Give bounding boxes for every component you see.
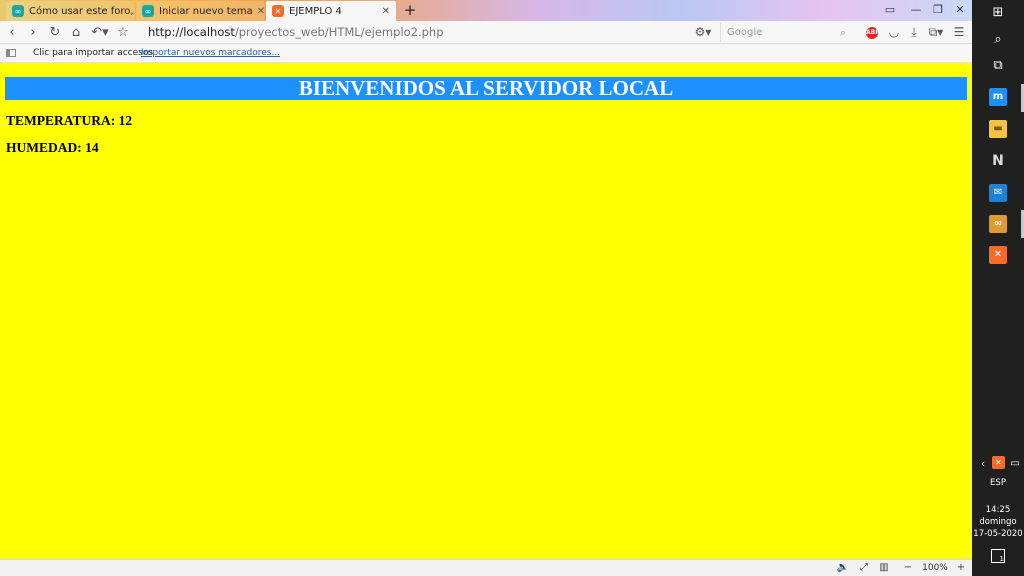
maxthon-browser-icon[interactable]: m xyxy=(989,88,1007,106)
screenshot-icon[interactable]: ⧉▾ xyxy=(926,24,946,41)
import-bookmarks-link[interactable]: Importar nuevos marcadores... xyxy=(141,44,280,63)
search-placeholder: Google xyxy=(727,27,763,38)
xampp-icon[interactable]: ✕ xyxy=(989,246,1007,264)
arduino-ide-icon[interactable]: ∞ xyxy=(989,215,1007,233)
tab-label: EJEMPLO 4 xyxy=(289,5,342,17)
undo-close-icon[interactable]: ↶▾ xyxy=(88,24,112,41)
file-explorer-icon[interactable]: ▬ xyxy=(989,120,1007,138)
battery-icon[interactable]: ▭ xyxy=(1008,455,1022,473)
language-indicator[interactable]: ESP xyxy=(972,478,1024,488)
windows-start-icon[interactable]: ⊞ xyxy=(989,4,1007,22)
chevron-up-icon[interactable]: ‹ xyxy=(976,455,990,473)
mail-icon[interactable]: ✉ xyxy=(989,184,1007,202)
zoom-in-button[interactable]: + xyxy=(954,560,968,576)
forward-icon[interactable]: › xyxy=(24,24,42,41)
search-input[interactable]: Google ⌕ xyxy=(720,23,850,42)
search-icon[interactable]: ⌕ xyxy=(989,31,1007,49)
windows-taskbar: ⊞ ⌕ ⧉ m ▬ N ✉ ∞ ✕ ‹ ✕ ▭ ESP 14:25 doming… xyxy=(972,0,1024,576)
adblock-icon[interactable]: ABP xyxy=(866,27,880,39)
volume-icon[interactable]: 🔉 xyxy=(836,560,850,576)
tab-ejemplo-4[interactable]: ✕ EJEMPLO 4 ✕ xyxy=(266,1,396,21)
page-content: BIENVENIDOS AL SERVIDOR LOCAL TEMPERATUR… xyxy=(0,63,972,559)
new-tab-button[interactable]: + xyxy=(402,1,418,19)
restore-icon[interactable]: ❐ xyxy=(930,2,946,18)
temperature-reading: TEMPERATURA: 12 xyxy=(6,113,133,128)
bookmark-star-icon[interactable]: ☆ xyxy=(114,24,132,41)
address-bar[interactable]: http://localhost/proyectos_web/HTML/ejem… xyxy=(140,23,688,42)
close-icon[interactable]: ✕ xyxy=(378,6,390,17)
task-view-icon[interactable]: ⧉ xyxy=(989,57,1007,75)
close-icon[interactable]: ✕ xyxy=(253,6,264,17)
clock-time: 14:25 xyxy=(985,505,1011,515)
clock-day: domingo xyxy=(979,517,1017,527)
url-path: /proyectos_web/HTML/ejemplo2.php xyxy=(234,25,444,39)
page-title: BIENVENIDOS AL SERVIDOR LOCAL xyxy=(5,77,967,100)
reload-icon[interactable]: ↻ xyxy=(46,24,64,41)
download-icon[interactable]: ⤓ xyxy=(906,24,922,41)
minimize-icon[interactable]: — xyxy=(908,2,924,18)
zoom-level[interactable]: 100% xyxy=(918,560,952,576)
xampp-icon: ✕ xyxy=(272,5,284,17)
pocket-icon[interactable]: ◡ xyxy=(886,24,902,41)
window-close-icon[interactable]: ✕ xyxy=(952,2,968,18)
tab-strip: ∞ Cómo usar este foro, po ✕ ∞ Iniciar nu… xyxy=(0,0,972,21)
tab-list-icon[interactable]: ▭ xyxy=(882,2,898,18)
xampp-tray-icon[interactable]: ✕ xyxy=(992,456,1005,469)
home-icon[interactable]: ⌂ xyxy=(67,24,85,41)
search-engine-icon[interactable]: ⚙▾ xyxy=(690,24,716,41)
tab-como-usar-foro[interactable]: ∞ Cómo usar este foro, po ✕ xyxy=(6,1,134,21)
zoom-out-button[interactable]: − xyxy=(901,560,915,576)
arduino-icon: ∞ xyxy=(12,5,24,17)
tab-label: Iniciar nuevo tema xyxy=(159,5,253,17)
clock-date: 17-05-2020 xyxy=(973,529,1023,539)
system-clock[interactable]: 14:25 domingo 17-05-2020 xyxy=(972,504,1024,540)
tab-label: Cómo usar este foro, po xyxy=(29,5,134,17)
humidity-reading: HUMEDAD: 14 xyxy=(6,140,99,155)
bookmarks-bar: Clic para importar accesos Importar nuev… xyxy=(0,44,972,63)
menu-icon[interactable]: ☰ xyxy=(951,24,967,41)
sidebar-icon[interactable] xyxy=(6,49,16,57)
bookmarks-import-text: Clic para importar accesos xyxy=(33,48,154,58)
notification-icon[interactable]: 1 xyxy=(991,549,1005,563)
notepad-app-icon[interactable]: N xyxy=(989,152,1007,170)
tab-iniciar-nuevo-tema[interactable]: ∞ Iniciar nuevo tema ✕ xyxy=(136,1,264,21)
navigation-bar: ‹ › ↻ ⌂ ↶▾ ☆ http://localhost/proyectos_… xyxy=(0,21,972,44)
fullscreen-icon[interactable]: ⤢ xyxy=(857,560,871,576)
search-icon[interactable]: ⌕ xyxy=(840,23,846,42)
arduino-icon: ∞ xyxy=(142,5,154,17)
browser-window: ∞ Cómo usar este foro, po ✕ ∞ Iniciar nu… xyxy=(0,0,972,576)
reader-view-icon[interactable]: ▥ xyxy=(877,560,891,576)
status-bar: 🔉 ⤢ ▥ − 100% + xyxy=(0,559,972,576)
back-icon[interactable]: ‹ xyxy=(3,24,21,41)
url-host: http://localhost xyxy=(148,25,235,39)
